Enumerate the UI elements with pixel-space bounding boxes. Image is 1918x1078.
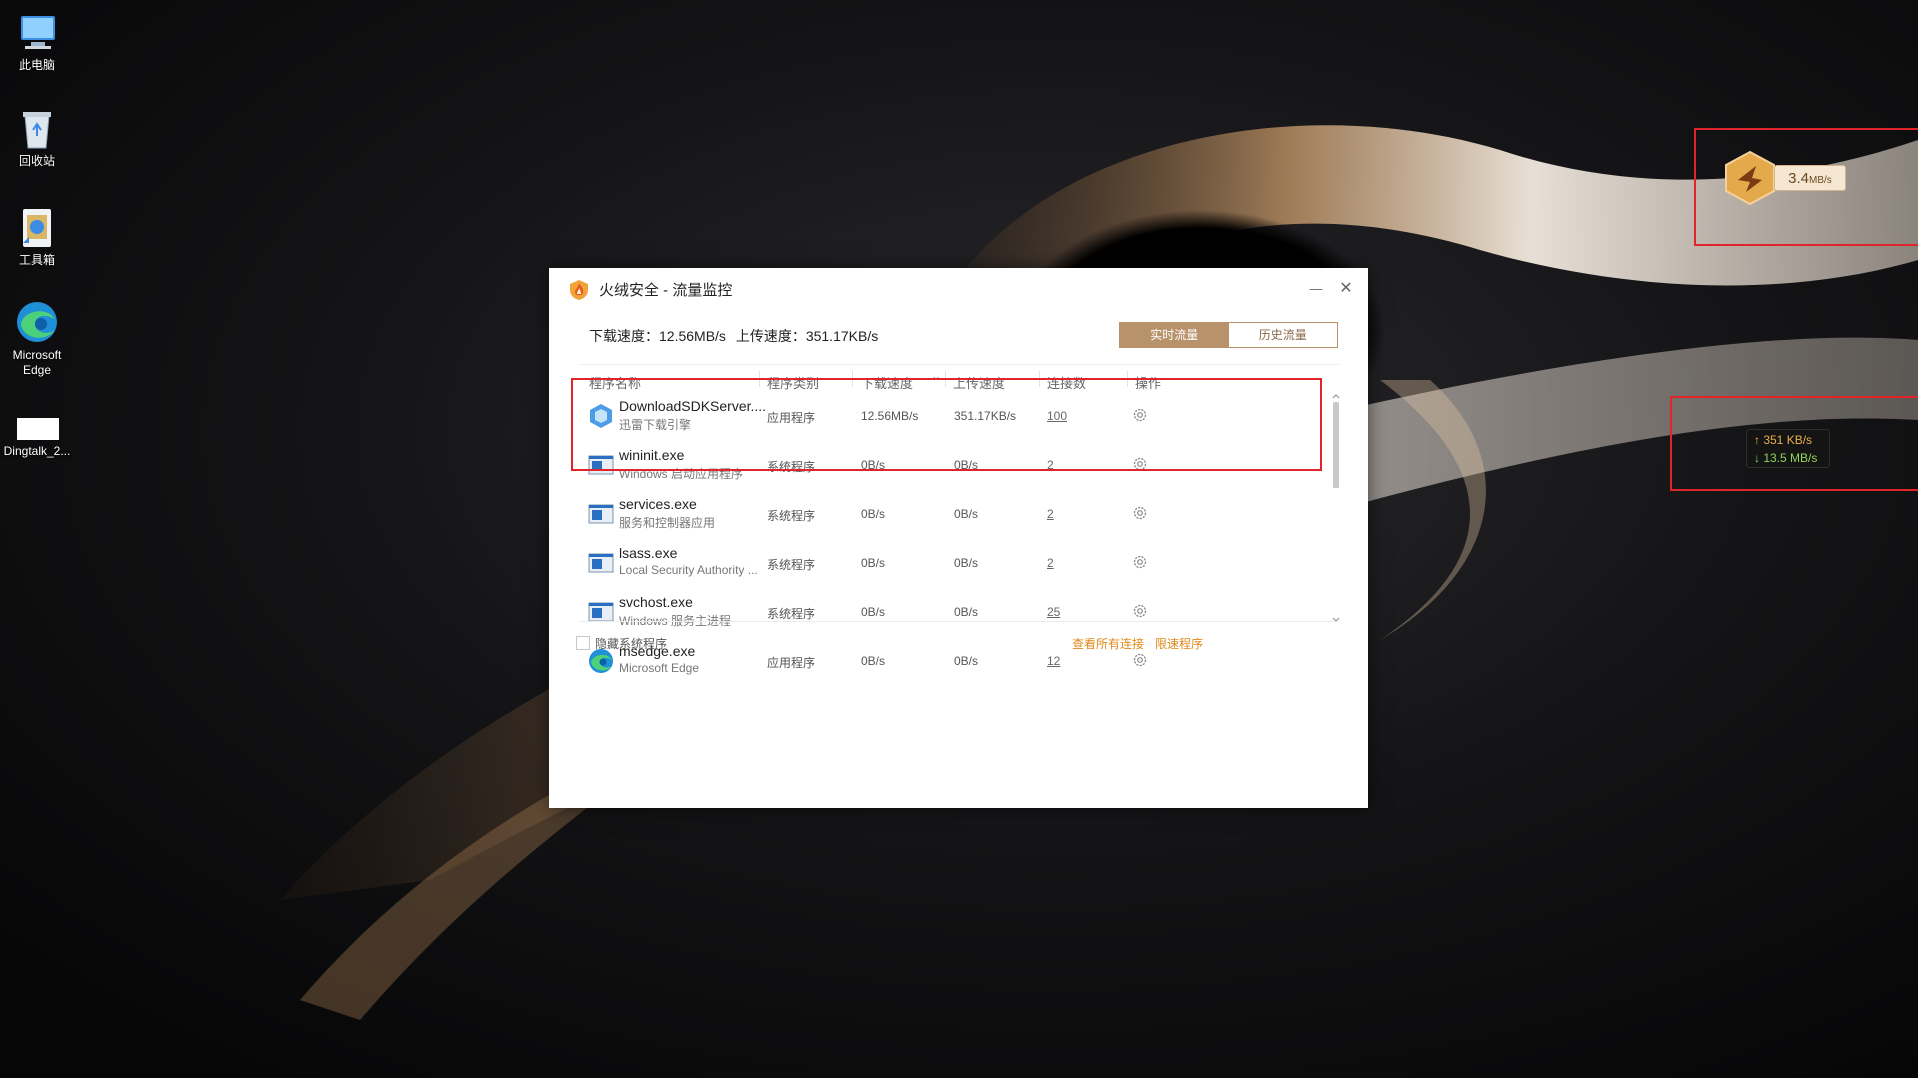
huorong-logo-icon bbox=[570, 280, 588, 300]
desktop-icon-toolbox[interactable]: 工具箱 bbox=[0, 203, 75, 268]
edge-icon bbox=[13, 298, 61, 346]
desktop-icon-recycle-bin[interactable]: 回收站 bbox=[0, 104, 75, 169]
program-name: svchost.exe bbox=[619, 594, 693, 610]
desktop-icon-this-pc[interactable]: 此电脑 bbox=[0, 8, 75, 73]
desktop-icon-label: Microsoft Edge bbox=[12, 348, 62, 377]
traffic-tabs: 实时流量 历史流量 bbox=[1119, 322, 1338, 348]
table-row[interactable]: services.exe 服务和控制器应用 系统程序 0B/s 0B/s 2 bbox=[579, 490, 1319, 539]
table-scrollbar[interactable] bbox=[1331, 392, 1341, 722]
desktop-icon-label: 回收站 bbox=[18, 154, 55, 168]
connection-count-link[interactable]: 12 bbox=[1047, 654, 1060, 668]
upload-speed: 0B/s bbox=[954, 507, 979, 521]
download-speed: 0B/s bbox=[861, 654, 886, 668]
window-title: 火绒安全 - 流量监控 bbox=[599, 282, 733, 299]
window-app-icon bbox=[588, 553, 614, 573]
download-speed: 0B/s bbox=[861, 605, 886, 619]
upload-speed: 0B/s bbox=[954, 605, 979, 619]
program-name: lsass.exe bbox=[619, 545, 678, 561]
connection-count-link[interactable]: 2 bbox=[1047, 556, 1054, 570]
program-name: services.exe bbox=[619, 496, 697, 512]
desktop-icon-edge[interactable]: Microsoft Edge bbox=[0, 298, 75, 378]
table-row[interactable]: msedge.exe Microsoft Edge 应用程序 0B/s 0B/s… bbox=[579, 637, 1319, 679]
program-category: 系统程序 bbox=[767, 509, 816, 523]
program-category: 系统程序 bbox=[767, 558, 816, 572]
computer-icon bbox=[13, 8, 61, 56]
scroll-down-arrow-icon[interactable] bbox=[1331, 616, 1341, 624]
scroll-up-arrow-icon[interactable] bbox=[1331, 392, 1341, 400]
gear-icon[interactable] bbox=[1132, 554, 1148, 570]
desktop-icon-label: Dingtalk_2... bbox=[3, 444, 71, 458]
annotation-box-highlighted-row bbox=[571, 378, 1322, 471]
program-category: 系统程序 bbox=[767, 607, 816, 621]
view-all-connections-link[interactable]: 查看所有连接 bbox=[1072, 635, 1144, 652]
close-button[interactable]: ✕ bbox=[1333, 277, 1359, 301]
desktop-icon-dingtalk-file[interactable]: Dingtalk_2... bbox=[0, 412, 75, 459]
annotation-box-network-widget bbox=[1670, 396, 1918, 491]
gear-icon[interactable] bbox=[1132, 603, 1148, 619]
scrollbar-thumb[interactable] bbox=[1333, 402, 1339, 488]
tab-realtime-traffic[interactable]: 实时流量 bbox=[1120, 323, 1229, 347]
download-speed: 0B/s bbox=[861, 556, 886, 570]
traffic-stats: 下载速度：12.56MB/s 上传速度：351.17KB/s bbox=[589, 326, 884, 346]
hide-system-checkbox[interactable] bbox=[576, 636, 590, 650]
annotation-box-speed-ball bbox=[1694, 128, 1918, 246]
desktop-icon-label: 此电脑 bbox=[18, 58, 55, 72]
program-description: Microsoft Edge bbox=[619, 661, 700, 675]
desktop-icon-label: 工具箱 bbox=[18, 253, 55, 267]
program-description: 服务和控制器应用 bbox=[619, 516, 716, 530]
connection-count-link[interactable]: 25 bbox=[1047, 605, 1060, 619]
recycle-bin-icon bbox=[13, 104, 61, 152]
hide-system-label: 隐藏系统程序 bbox=[595, 637, 668, 651]
toolbox-icon bbox=[13, 203, 61, 251]
footer-divider bbox=[579, 621, 1339, 622]
upload-speed: 0B/s bbox=[954, 556, 979, 570]
download-speed: 0B/s bbox=[861, 507, 886, 521]
gear-icon[interactable] bbox=[1132, 505, 1148, 521]
download-speed-total: 下载速度：12.56MB/s bbox=[589, 328, 726, 344]
minimize-button[interactable]: — bbox=[1303, 277, 1329, 301]
limit-programs-link[interactable]: 限速程序 bbox=[1155, 635, 1203, 652]
window-app-icon bbox=[588, 504, 614, 524]
traffic-monitor-window: 火绒安全 - 流量监控 — ✕ 下载速度：12.56MB/s 上传速度：351.… bbox=[549, 268, 1368, 808]
table-row[interactable]: lsass.exe Local Security Authority ... 系… bbox=[579, 539, 1319, 588]
title-bar[interactable]: 火绒安全 - 流量监控 — ✕ bbox=[549, 268, 1368, 310]
connection-count-link[interactable]: 2 bbox=[1047, 507, 1054, 521]
file-icon bbox=[13, 412, 61, 442]
upload-speed-total: 上传速度：351.17KB/s bbox=[735, 328, 879, 344]
upload-speed: 0B/s bbox=[954, 654, 979, 668]
tab-history-traffic[interactable]: 历史流量 bbox=[1229, 323, 1338, 347]
table-row[interactable]: svchost.exe Windows 服务主进程 系统程序 0B/s 0B/s… bbox=[579, 588, 1319, 637]
gear-icon[interactable] bbox=[1132, 652, 1148, 668]
program-category: 应用程序 bbox=[767, 656, 816, 670]
program-description: Local Security Authority ... bbox=[619, 563, 758, 577]
